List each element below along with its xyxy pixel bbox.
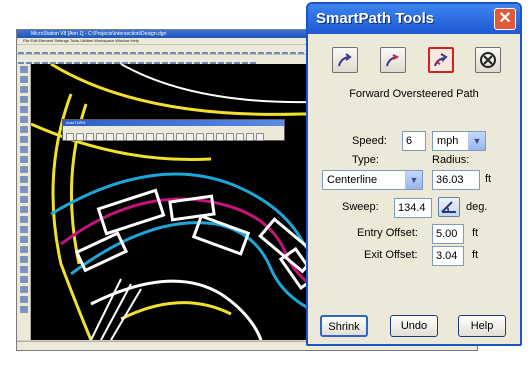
oversteered-path-button[interactable] (428, 47, 454, 73)
vehicle-outlines (74, 188, 319, 290)
reverse-path-icon (386, 54, 400, 67)
reverse-path-button[interactable] (380, 47, 406, 73)
cancel-path-button[interactable] (475, 47, 501, 73)
sweep-pick-button[interactable] (438, 197, 460, 217)
forward-path-icon (338, 53, 352, 67)
forward-path-button[interactable] (332, 47, 358, 73)
entry-offset-field[interactable] (432, 224, 464, 244)
exit-offset-label: Exit Offset: (364, 249, 418, 261)
chevron-down-icon[interactable]: ▼ (405, 171, 422, 189)
cad-left-toolbar[interactable] (17, 64, 31, 340)
speed-label: Speed: (352, 135, 387, 147)
radius-field[interactable] (432, 170, 480, 190)
close-button[interactable]: ✕ (494, 8, 516, 30)
sweep-unit: deg. (466, 201, 488, 213)
sweep-field[interactable] (394, 198, 432, 218)
road-edge-white-top (120, 64, 312, 104)
speed-unit-select[interactable]: mph ▼ (432, 131, 486, 151)
sweep-label: Sweep: (342, 201, 379, 213)
type-select[interactable]: Centerline ▼ (322, 170, 423, 190)
chevron-down-icon[interactable]: ▼ (468, 132, 485, 150)
dialog-title: SmartPath Tools (316, 10, 435, 27)
angle-icon (441, 201, 456, 213)
cancel-path-icon (480, 52, 496, 68)
type-label: Type: (352, 154, 379, 166)
radius-unit: ft (485, 173, 492, 185)
exit-offset-field[interactable] (432, 246, 464, 266)
entry-offset-unit: ft (472, 227, 479, 239)
help-button[interactable]: Help (458, 315, 506, 337)
cad-floating-tool-panel[interactable]: AutoTURN (62, 119, 285, 141)
entry-offset-label: Entry Offset: (357, 227, 418, 239)
tool-panel-icons[interactable] (63, 126, 284, 148)
speed-unit-value: mph (437, 135, 459, 147)
mode-label: Forward Oversteered Path (349, 88, 479, 100)
road-edge-lower-yellow (120, 301, 232, 321)
radius-label: Radius: (432, 154, 470, 166)
speed-field[interactable] (402, 131, 426, 151)
exit-offset-unit: ft (472, 249, 479, 261)
shrink-button[interactable]: Shrink (320, 315, 368, 337)
oversteered-path-icon (434, 53, 448, 67)
smartpath-dialog: SmartPath Tools ✕ Forward Oversteered Pa… (306, 2, 522, 346)
dialog-titlebar[interactable]: SmartPath Tools ✕ (308, 4, 520, 34)
undo-button[interactable]: Undo (390, 315, 438, 337)
type-value: Centerline (327, 174, 378, 186)
cad-window-title: MicroStation V8 [Ann 1] - C:\Projects\In… (31, 31, 167, 37)
